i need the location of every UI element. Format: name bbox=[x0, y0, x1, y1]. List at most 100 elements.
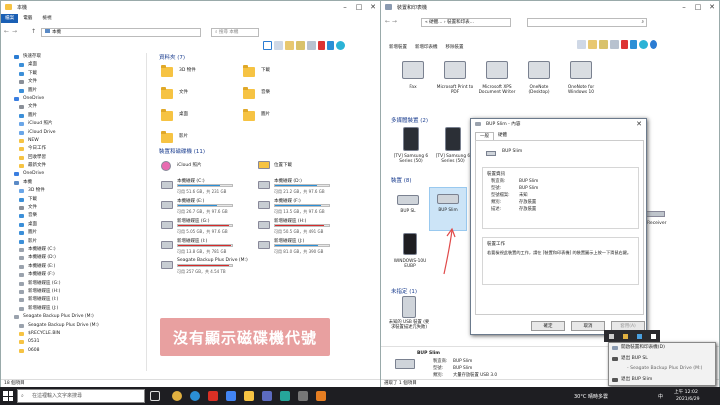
devices-globe-icon[interactable] bbox=[639, 40, 648, 49]
folder-item[interactable]: 圖片 bbox=[241, 107, 319, 125]
multimedia-item[interactable]: [TV] Samsung 6 Series (50) bbox=[391, 127, 431, 164]
nav-item[interactable]: 本機 bbox=[11, 179, 146, 187]
file-explorer-icon[interactable] bbox=[244, 391, 254, 401]
nav-item[interactable]: iCloud 照片 bbox=[11, 120, 146, 128]
nav-item[interactable]: 最新文件 bbox=[11, 162, 146, 170]
edge-icon[interactable] bbox=[190, 391, 200, 401]
nav-item[interactable]: 圖片 bbox=[11, 229, 146, 237]
minimize-button[interactable]: – bbox=[338, 1, 352, 13]
printer-item[interactable]: Microsoft XPS Document Writer bbox=[477, 61, 517, 95]
folder-item[interactable]: 桌面 bbox=[159, 107, 237, 125]
printer-item[interactable]: Microsoft Print to PDF bbox=[435, 61, 475, 95]
nav-item[interactable]: 影片 bbox=[11, 238, 146, 246]
nav-item[interactable]: Seagate Backup Plus Drive (M:) bbox=[11, 322, 146, 330]
app-icon-2[interactable] bbox=[226, 391, 236, 401]
unspecified-header[interactable]: 未指定 (1) bbox=[391, 287, 417, 295]
weather[interactable]: 30°C 晴時多雲 bbox=[574, 393, 608, 400]
nav-item[interactable]: Seagate Backup Plus Drive (M:) bbox=[11, 313, 146, 321]
tray-icon-1[interactable] bbox=[608, 333, 614, 339]
drive-item[interactable]: 新增磁碟區 (H:) 可用 50.5 GB，共 491 GB bbox=[256, 217, 351, 236]
printer-item[interactable]: Fax bbox=[393, 61, 433, 90]
nav-item[interactable]: 桌面 bbox=[11, 61, 146, 69]
printer-item[interactable]: OneNote (Desktop) bbox=[519, 61, 559, 95]
tray-icon-2[interactable] bbox=[622, 333, 628, 339]
add-printer-button[interactable]: 新增印表機 bbox=[415, 43, 438, 52]
help-icon[interactable] bbox=[650, 40, 657, 49]
drive-item[interactable]: iCloud 照片 bbox=[159, 157, 254, 176]
nav-item[interactable]: $RECYCLE.BIN bbox=[11, 330, 146, 338]
folders-header[interactable]: 資料夾 (7) bbox=[159, 53, 185, 61]
nav-item[interactable]: 本機磁碟 (E:) bbox=[11, 263, 146, 271]
drive-item[interactable]: 本機磁碟 (C:) 可用 51.6 GB，共 231 GB bbox=[159, 177, 254, 196]
view-pane-icon[interactable] bbox=[263, 41, 272, 50]
nav-item[interactable]: NEW bbox=[11, 137, 146, 145]
drive-item[interactable]: Seagate Backup Plus Drive (M:) 可用 257 GB，… bbox=[159, 257, 254, 276]
drive-item[interactable]: 新增磁碟區 (I:) 可用 13.8 GB，共 781 GB bbox=[159, 237, 254, 256]
devices-delete-icon[interactable] bbox=[621, 40, 628, 49]
app-icon-1[interactable] bbox=[208, 391, 218, 401]
back-button[interactable]: ← bbox=[4, 28, 9, 35]
ribbon-tab-view[interactable]: 檢視 bbox=[37, 14, 56, 23]
app-icon-3[interactable] bbox=[262, 391, 272, 401]
folder-item[interactable]: 下載 bbox=[241, 63, 319, 81]
search-box[interactable]: ⌕ 搜尋 本機 bbox=[211, 28, 259, 37]
devices-cut-icon[interactable] bbox=[588, 40, 597, 49]
nav-item[interactable]: 文件 bbox=[11, 103, 146, 111]
app-icon-5[interactable] bbox=[298, 391, 308, 401]
nav-item[interactable]: 3D 物件 bbox=[11, 187, 146, 195]
task-view-icon[interactable] bbox=[150, 391, 160, 401]
ok-button[interactable]: 確定 bbox=[531, 321, 565, 331]
address-bar[interactable]: 本機 bbox=[41, 28, 201, 37]
close-button[interactable]: ✕ bbox=[366, 1, 380, 13]
language-indicator[interactable]: 中 bbox=[658, 393, 663, 400]
folder-item[interactable]: 影片 bbox=[159, 129, 237, 147]
app-icon-6[interactable] bbox=[316, 391, 326, 401]
devices-close-button[interactable]: ✕ bbox=[705, 1, 719, 13]
menu-eject-bup-sl[interactable]: 退出 BUP SL bbox=[609, 354, 715, 365]
nav-item[interactable]: 新增磁碟區 (J:) bbox=[11, 305, 146, 313]
paste-icon[interactable] bbox=[307, 41, 316, 50]
device-item[interactable]: BUP Slim bbox=[429, 187, 467, 231]
folder-item[interactable]: 3D 物件 bbox=[159, 63, 237, 81]
drive-item[interactable]: 新增磁碟區 (J:) 可用 81.0 GB，共 390 GB bbox=[256, 237, 351, 256]
devices-search-box[interactable]: ⌕ bbox=[527, 18, 647, 27]
nav-item[interactable]: 音樂 bbox=[11, 212, 146, 220]
device-item[interactable]: BUP SL bbox=[389, 189, 427, 229]
nav-item[interactable]: 桌面 bbox=[11, 221, 146, 229]
dialog-close-button[interactable]: ✕ bbox=[632, 119, 646, 129]
devices-address-bar[interactable]: « 硬體... › 裝置和印表... bbox=[421, 18, 511, 27]
folder-item[interactable]: 文件 bbox=[159, 85, 237, 103]
add-device-button[interactable]: 新增裝置 bbox=[389, 43, 407, 52]
nav-item[interactable]: 本機磁碟 (F:) bbox=[11, 271, 146, 279]
up-button[interactable]: ↑ bbox=[31, 28, 36, 35]
nav-item[interactable]: 圖片 bbox=[11, 112, 146, 120]
printer-item[interactable]: OneNote for Windows 10 bbox=[561, 61, 601, 95]
devices-back-button[interactable]: ← → bbox=[385, 18, 397, 25]
multimedia-header[interactable]: 多媒體裝置 (2) bbox=[391, 116, 428, 124]
cut-icon[interactable] bbox=[285, 41, 294, 50]
devices-paste-icon[interactable] bbox=[610, 40, 619, 49]
delete-icon[interactable] bbox=[318, 41, 325, 50]
nav-item[interactable]: 新增磁碟區 (H:) bbox=[11, 288, 146, 296]
cancel-button[interactable]: 取消 bbox=[571, 321, 605, 331]
nav-item[interactable]: 文件 bbox=[11, 78, 146, 86]
clock-time[interactable]: 上午 12:02 bbox=[674, 389, 698, 395]
tray-icon-3[interactable] bbox=[636, 333, 642, 339]
drive-item[interactable]: 本機磁碟 (F:) 可用 13.5 GB，共 97.6 GB bbox=[256, 197, 351, 216]
devices-minimize-button[interactable]: – bbox=[677, 1, 691, 13]
maximize-button[interactable]: □ bbox=[352, 1, 366, 13]
taskbar-search[interactable]: ⌕ 在這裡輸入文字來搜尋 bbox=[17, 389, 145, 403]
drive-item[interactable]: 本機磁碟 (E:) 可用 26.7 GB，共 97.6 GB bbox=[159, 197, 254, 216]
nav-item[interactable]: 本機磁碟 (C:) bbox=[11, 246, 146, 254]
folder-item[interactable]: 音樂 bbox=[241, 85, 319, 103]
chrome-icon[interactable] bbox=[172, 391, 182, 401]
ribbon-tab-computer[interactable]: 電腦 bbox=[18, 14, 37, 23]
devices-header[interactable]: 裝置 (8) bbox=[391, 176, 412, 184]
menu-eject-bup-slim[interactable]: 退出 BUP Slim bbox=[609, 375, 715, 386]
details-pane-icon[interactable] bbox=[274, 41, 283, 50]
devices-view-icon[interactable] bbox=[577, 40, 586, 49]
drive-item[interactable]: 位置下載 bbox=[256, 157, 351, 176]
globe-icon[interactable] bbox=[336, 41, 345, 50]
devices-copy-icon[interactable] bbox=[599, 40, 608, 49]
multimedia-item[interactable]: [TV] Samsung 6 Series (50) bbox=[433, 127, 473, 164]
